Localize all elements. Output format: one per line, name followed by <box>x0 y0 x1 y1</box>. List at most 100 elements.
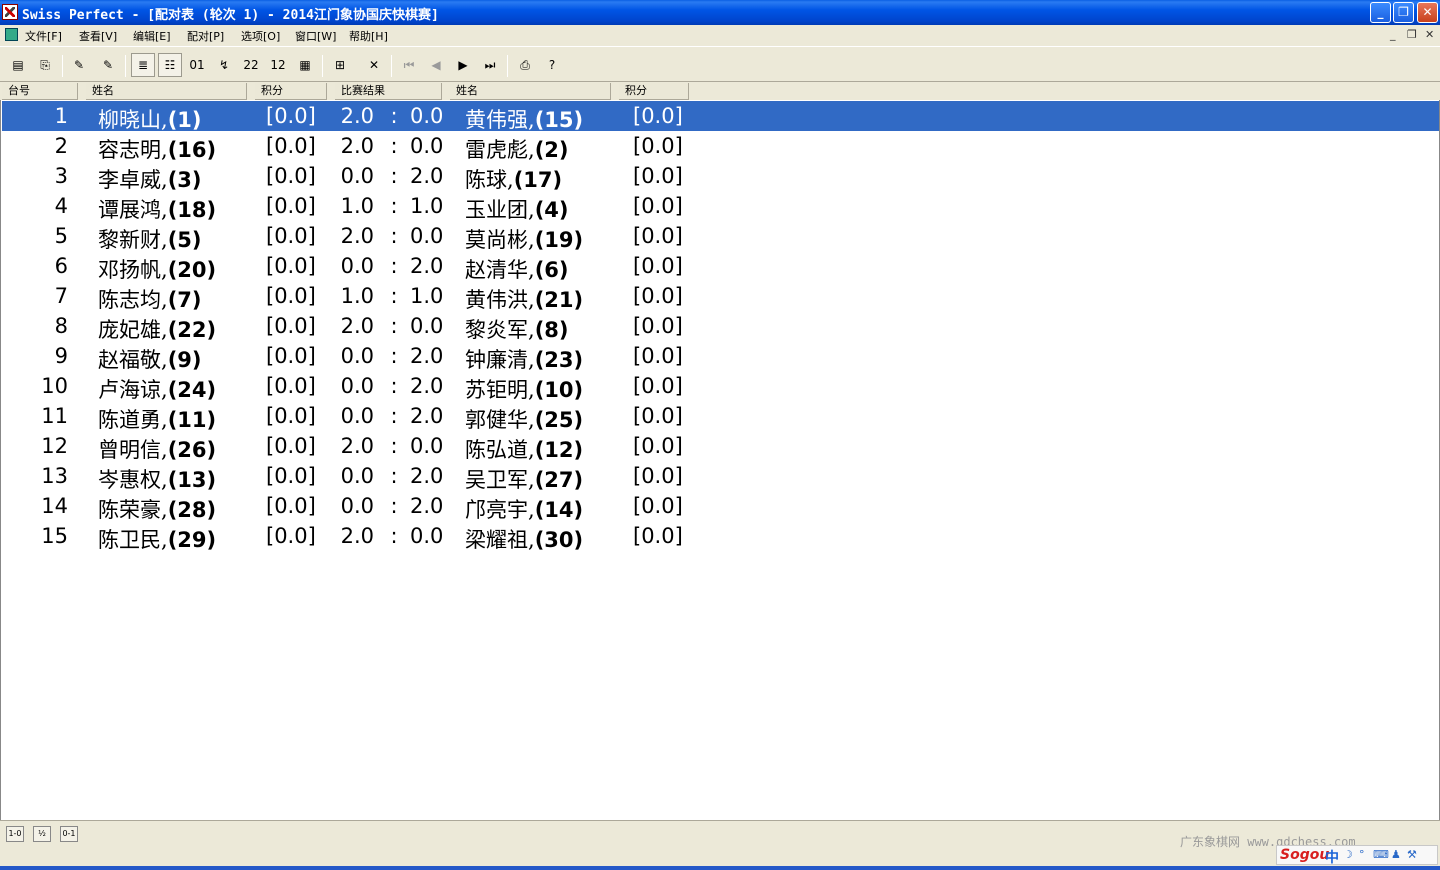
wrench-icon[interactable]: ⚒ <box>1407 849 1419 861</box>
header-name-1[interactable]: 姓名 <box>86 83 247 100</box>
menu-edit[interactable]: 编辑[E] <box>133 28 171 44</box>
mdi-restore-button[interactable]: ❐ <box>1407 28 1417 41</box>
table-row[interactable]: 13 岑惠权,(13) [0.0] 0.0:2.0 吴卫军,(27) [0.0] <box>2 461 1439 492</box>
help-icon[interactable]: ? <box>540 53 564 77</box>
ranking-icon[interactable]: 12 <box>266 53 290 77</box>
header-name-2[interactable]: 姓名 <box>450 83 611 100</box>
result-player-2[interactable]: 2.0 <box>410 404 443 428</box>
sogou-logo[interactable]: Sogou <box>1280 847 1329 863</box>
result-player-1[interactable]: 1.0 <box>338 194 374 218</box>
last-round-icon[interactable]: ⏭ <box>478 53 502 77</box>
result-player-1[interactable]: 2.0 <box>338 134 374 158</box>
result-player-1[interactable]: 0.0 <box>338 404 374 428</box>
result-player-1[interactable]: 0.0 <box>338 464 374 488</box>
table-row[interactable]: 3 李卓威,(3) [0.0] 0.0:2.0 陈球,(17) [0.0] <box>2 161 1439 192</box>
black-wins-button[interactable]: 0-1 <box>60 826 78 842</box>
table-row[interactable]: 15 陈卫民,(29) [0.0] 2.0:0.0 梁耀祖,(30) [0.0] <box>2 521 1439 552</box>
first-round-icon[interactable]: ⏮ <box>397 53 421 77</box>
header-result[interactable]: 比赛结果 <box>335 83 442 100</box>
table-row[interactable]: 8 庞妃雄,(22) [0.0] 2.0:0.0 黎炎军,(8) [0.0] <box>2 311 1439 344</box>
white-wins-button[interactable]: 1-0 <box>6 826 24 842</box>
result-player-2[interactable]: 0.0 <box>410 314 443 338</box>
result-player-1[interactable]: 0.0 <box>338 344 374 368</box>
table-row[interactable]: 1 柳晓山,(1) [0.0] 2.0:0.0 黄伟强,(15) [0.0] <box>2 101 1439 132</box>
result-player-1[interactable]: 1.0 <box>338 284 374 308</box>
result-player-2[interactable]: 0.0 <box>410 134 443 158</box>
result-player-1[interactable]: 2.0 <box>338 434 374 458</box>
menu-options[interactable]: 选项[O] <box>241 28 280 44</box>
ime-toolbar[interactable]: Sogou 中 ☽ ° ⌨ ♟ ⚒ <box>1276 845 1438 867</box>
result-player-2[interactable]: 0.0 <box>410 104 443 128</box>
result-player-2[interactable]: 2.0 <box>410 344 443 368</box>
header-board[interactable]: 台号 <box>2 83 78 100</box>
result-separator: : <box>390 404 398 428</box>
maximize-button[interactable]: ❐ <box>1393 2 1414 23</box>
next-round-icon[interactable]: ▶ <box>451 53 475 77</box>
result-player-1[interactable]: 0.0 <box>338 254 374 278</box>
result-player-2[interactable]: 2.0 <box>410 254 443 278</box>
table-row[interactable]: 7 陈志均,(7) [0.0] 1.0:1.0 黄伟洪,(21) [0.0] <box>2 281 1439 312</box>
crosstable-icon[interactable]: 01 <box>185 53 209 77</box>
print-icon[interactable]: ⎙ <box>513 53 537 77</box>
swiss-perfect-app-icon[interactable] <box>2 4 18 20</box>
title-bar[interactable]: Swiss Perfect - [配对表 (轮次 1) - 2014江门象协国庆… <box>0 0 1440 25</box>
new-tournament-icon[interactable]: ▤ <box>6 53 30 77</box>
rating-icon[interactable]: 22 <box>239 53 263 77</box>
ime-mode-indicator[interactable]: 中 <box>1325 847 1339 867</box>
previous-round-icon[interactable]: ◀ <box>424 53 448 77</box>
table-row[interactable]: 14 陈荣豪,(28) [0.0] 0.0:2.0 邝亮宇,(14) [0.0] <box>2 491 1439 522</box>
menu-pairing[interactable]: 配对[P] <box>187 28 224 44</box>
result-player-2[interactable]: 2.0 <box>410 374 443 398</box>
table-row[interactable]: 6 邓扬帆,(20) [0.0] 0.0:2.0 赵清华,(6) [0.0] <box>2 251 1439 282</box>
pairing-list[interactable]: 1 柳晓山,(1) [0.0] 2.0:0.0 黄伟强,(15) [0.0] 2 容志明,(1… <box>0 100 1440 820</box>
document-icon[interactable] <box>5 28 18 41</box>
punctuation-icon[interactable]: ° <box>1359 849 1371 861</box>
result-player-2[interactable]: 0.0 <box>410 434 443 458</box>
result-player-2[interactable]: 0.0 <box>410 524 443 548</box>
table-row[interactable]: 4 谭展鸿,(18) [0.0] 1.0:1.0 玉业团,(4) [0.0] <box>2 191 1439 222</box>
result-player-1[interactable]: 2.0 <box>338 314 374 338</box>
menu-help[interactable]: 帮助[H] <box>349 28 388 44</box>
image-icon[interactable]: ▦ <box>293 53 317 77</box>
header-score-2[interactable]: 积分 <box>619 83 689 100</box>
mdi-minimize-button[interactable]: _ <box>1390 28 1396 41</box>
table-row[interactable]: 5 黎新财,(5) [0.0] 2.0:0.0 莫尚彬,(19) [0.0] <box>2 221 1439 252</box>
player-withdraw-icon[interactable]: ✎ <box>96 53 120 77</box>
result-player-2[interactable]: 2.0 <box>410 464 443 488</box>
result-player-2[interactable]: 1.0 <box>410 194 443 218</box>
result-player-2[interactable]: 1.0 <box>410 284 443 308</box>
mdi-close-button[interactable]: ✕ <box>1425 28 1434 41</box>
table-row[interactable]: 9 赵福敬,(9) [0.0] 0.0:2.0 钟廉清,(23) [0.0] <box>2 341 1439 372</box>
player-edit-icon[interactable]: ✎ <box>67 53 91 77</box>
cross-pairing-icon[interactable]: ✕ <box>362 53 386 77</box>
menu-window[interactable]: 窗口[W] <box>295 28 336 44</box>
result-player-1[interactable]: 2.0 <box>338 224 374 248</box>
table-row[interactable]: 12 曾明信,(26) [0.0] 2.0:0.0 陈弘道,(12) [0.0] <box>2 431 1439 462</box>
player-2: 黎炎军,(8) <box>465 314 569 344</box>
shirt-icon[interactable]: ♟ <box>1391 849 1403 861</box>
close-button[interactable]: ✕ <box>1417 2 1438 23</box>
result-player-1[interactable]: 0.0 <box>338 374 374 398</box>
table-row[interactable]: 10 卢海谅,(24) [0.0] 0.0:2.0 苏钜明,(10) [0.0] <box>2 371 1439 402</box>
standings-icon[interactable]: ≣ <box>131 53 155 77</box>
minimize-button[interactable]: _ <box>1370 2 1391 23</box>
result-player-2[interactable]: 2.0 <box>410 494 443 518</box>
result-player-1[interactable]: 2.0 <box>338 104 374 128</box>
result-player-1[interactable]: 0.0 <box>338 494 374 518</box>
moon-icon[interactable]: ☽ <box>1343 849 1355 861</box>
menu-file[interactable]: 文件[F] <box>25 28 62 44</box>
result-player-2[interactable]: 0.0 <box>410 224 443 248</box>
pairing-table-icon[interactable]: ☷ <box>158 53 182 77</box>
result-player-2[interactable]: 2.0 <box>410 164 443 188</box>
header-score-1[interactable]: 积分 <box>255 83 327 100</box>
open-icon[interactable]: ⎘ <box>33 53 57 77</box>
table-row[interactable]: 2 容志明,(16) [0.0] 2.0:0.0 雷虎彪,(2) [0.0] <box>2 131 1439 162</box>
result-player-1[interactable]: 0.0 <box>338 164 374 188</box>
keyboard-icon[interactable]: ⌨ <box>1373 849 1389 861</box>
draw-button[interactable]: ½ <box>33 826 51 842</box>
progress-icon[interactable]: ↯ <box>212 53 236 77</box>
result-player-1[interactable]: 2.0 <box>338 524 374 548</box>
table-row[interactable]: 11 陈道勇,(11) [0.0] 0.0:2.0 郭健华,(25) [0.0] <box>2 401 1439 432</box>
table-layout-icon[interactable]: ⊞ <box>328 53 352 77</box>
menu-view[interactable]: 查看[V] <box>79 28 117 44</box>
